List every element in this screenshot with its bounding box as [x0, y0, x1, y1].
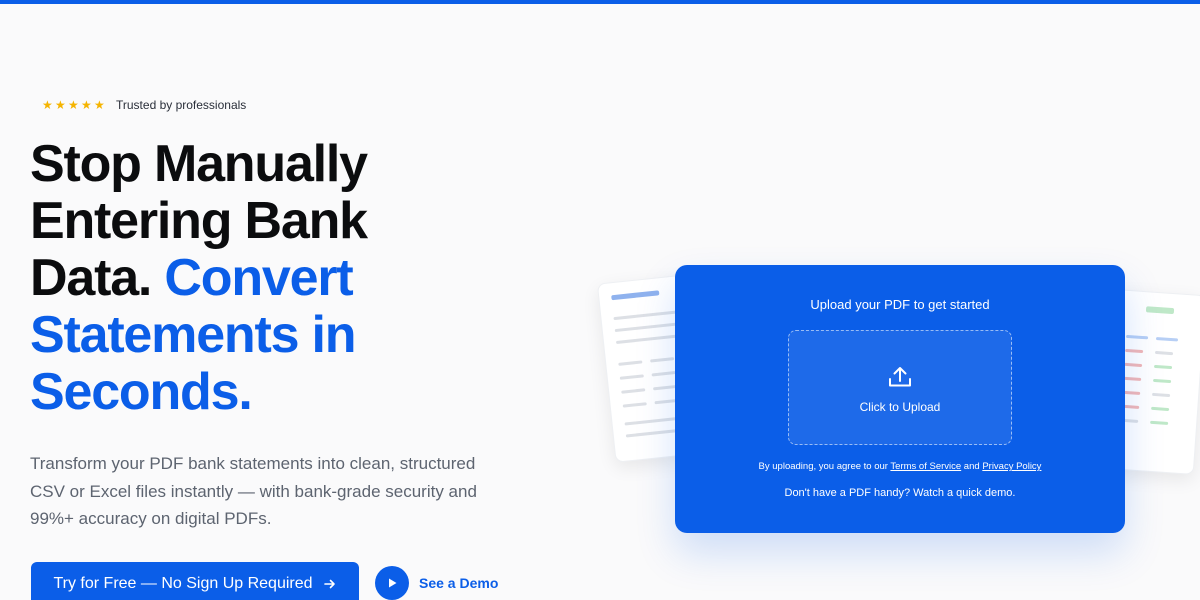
hero-subtext: Transform your PDF bank statements into … — [30, 454, 477, 528]
star-icon: ★ — [55, 98, 66, 112]
try-free-label: Try for Free — No Sign Up Required — [53, 575, 313, 592]
play-icon — [375, 566, 409, 600]
terms-of-service-link[interactable]: Terms of Service — [890, 461, 961, 472]
trust-text: Trusted by professionals — [116, 98, 247, 112]
star-icon: ★ — [94, 98, 105, 112]
privacy-policy-link[interactable]: Privacy Policy — [982, 461, 1041, 472]
hero-headline: Stop Manually Entering Bank Data. Conver… — [30, 136, 450, 421]
trust-badge: ★ ★ ★ ★ ★ Trusted by professionals — [42, 98, 246, 112]
legal-prefix: By uploading, you agree to our — [758, 461, 891, 472]
top-accent-bar — [0, 0, 1200, 4]
star-icon: ★ — [42, 98, 53, 112]
upload-title: Upload your PDF to get started — [810, 297, 990, 312]
star-icon: ★ — [68, 98, 79, 112]
try-free-button[interactable]: Try for Free — No Sign Up Required — [31, 562, 359, 600]
upload-legal-text: By uploading, you agree to our Terms of … — [675, 461, 1125, 472]
see-demo-label: See a Demo — [419, 575, 499, 591]
watch-demo-note[interactable]: Don't have a PDF handy? Watch a quick de… — [675, 487, 1125, 499]
arrow-right-icon — [323, 579, 335, 589]
upload-dropzone[interactable]: Click to Upload — [788, 330, 1012, 445]
legal-and: and — [961, 461, 983, 472]
upload-icon — [889, 367, 911, 387]
upload-card: Upload your PDF to get started Click to … — [675, 265, 1125, 533]
star-icon: ★ — [81, 98, 92, 112]
rating-stars: ★ ★ ★ ★ ★ — [42, 99, 106, 111]
click-to-upload-label: Click to Upload — [859, 400, 941, 414]
see-demo-link[interactable]: See a Demo — [375, 566, 498, 600]
